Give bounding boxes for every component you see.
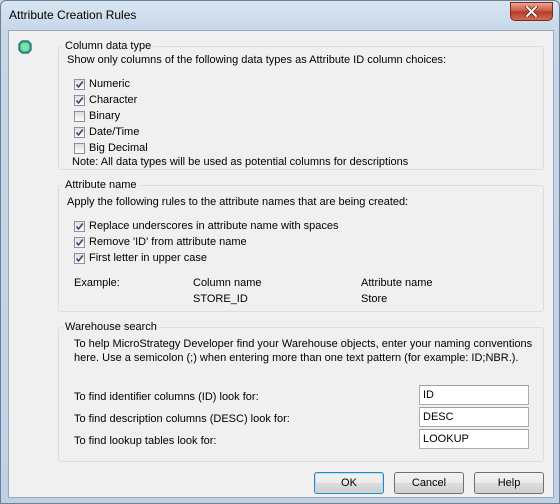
example-attribute-value: Store (361, 293, 388, 305)
checkbox-label: Date/Time (89, 126, 140, 138)
attribute-rules-icon (18, 40, 32, 54)
description-columns-input[interactable]: DESC (419, 407, 529, 427)
checkmark-icon (75, 128, 84, 136)
checkmark-icon (75, 222, 84, 230)
lookup-tables-input[interactable]: LOOKUP (419, 429, 529, 449)
dialog-body: Column data type Show only columns of th… (8, 30, 554, 498)
dialog-title: Attribute Creation Rules (9, 8, 137, 22)
identifier-columns-label: To find identifier columns (ID) look for… (74, 391, 259, 403)
ok-button[interactable]: OK (314, 472, 384, 494)
column-data-type-instruction: Show only columns of the following data … (67, 54, 447, 66)
checkbox-box[interactable] (74, 236, 85, 248)
checkbox-label: First letter in upper case (89, 252, 207, 264)
attribute-name-instruction: Apply the following rules to the attribu… (67, 196, 409, 208)
checkbox-label: Remove 'ID' from attribute name (89, 236, 247, 248)
attribute-name-header: Attribute name (361, 277, 433, 289)
example-label: Example: (74, 277, 120, 289)
checkbox-replace-underscores[interactable]: Replace underscores in attribute name wi… (74, 219, 338, 233)
checkbox-date-time[interactable]: Date/Time (74, 125, 139, 139)
checkbox-box[interactable] (74, 126, 85, 138)
checkbox-binary[interactable]: Binary (74, 109, 120, 123)
checkbox-box[interactable] (74, 110, 85, 122)
column-data-type-title: Column data type (63, 40, 154, 53)
warehouse-help-line-1: To help MicroStrategy Developer find you… (74, 338, 533, 350)
column-name-header: Column name (193, 277, 262, 289)
checkmark-icon (75, 96, 84, 104)
attribute-name-title: Attribute name (63, 179, 139, 192)
checkbox-box[interactable] (74, 142, 85, 154)
checkbox-label: Numeric (89, 78, 130, 90)
close-button[interactable] (510, 2, 553, 21)
checkbox-remove-id[interactable]: Remove 'ID' from attribute name (74, 235, 247, 249)
description-columns-label: To find description columns (DESC) look … (74, 413, 290, 425)
cancel-button[interactable]: Cancel (394, 472, 464, 494)
checkbox-label: Big Decimal (89, 142, 148, 154)
help-button[interactable]: Help (474, 472, 544, 494)
checkbox-box[interactable] (74, 252, 85, 264)
checkbox-box[interactable] (74, 78, 85, 90)
checkbox-label: Binary (89, 110, 121, 122)
checkbox-label: Replace underscores in attribute name wi… (89, 220, 339, 232)
data-types-note: Note: All data types will be used as pot… (72, 156, 409, 168)
checkmark-icon (75, 254, 84, 262)
example-column-value: STORE_ID (193, 293, 248, 305)
warehouse-search-title: Warehouse search (63, 321, 159, 334)
checkbox-numeric[interactable]: Numeric (74, 77, 130, 91)
checkbox-label: Character (89, 94, 138, 106)
lookup-tables-label: To find lookup tables look for: (74, 435, 217, 447)
attribute-name-group: Attribute name Apply the following rules… (58, 179, 544, 312)
warehouse-search-group: Warehouse search To help MicroStrategy D… (58, 321, 544, 462)
checkbox-box[interactable] (74, 94, 85, 106)
checkbox-big-decimal[interactable]: Big Decimal (74, 141, 148, 155)
checkmark-icon (75, 80, 84, 88)
column-data-type-group: Column data type Show only columns of th… (58, 40, 544, 170)
title-bar[interactable]: Attribute Creation Rules (1, 1, 559, 31)
checkbox-character[interactable]: Character (74, 93, 137, 107)
checkbox-box[interactable] (74, 220, 85, 232)
close-icon (525, 6, 538, 17)
warehouse-help-line-2: here. Use a semicolon (;) when entering … (74, 352, 519, 364)
identifier-columns-input[interactable]: ID (419, 385, 529, 405)
checkbox-first-letter-upper[interactable]: First letter in upper case (74, 251, 207, 265)
checkmark-icon (75, 238, 84, 246)
dialog-window: Attribute Creation Rules Column data typ… (0, 0, 560, 504)
